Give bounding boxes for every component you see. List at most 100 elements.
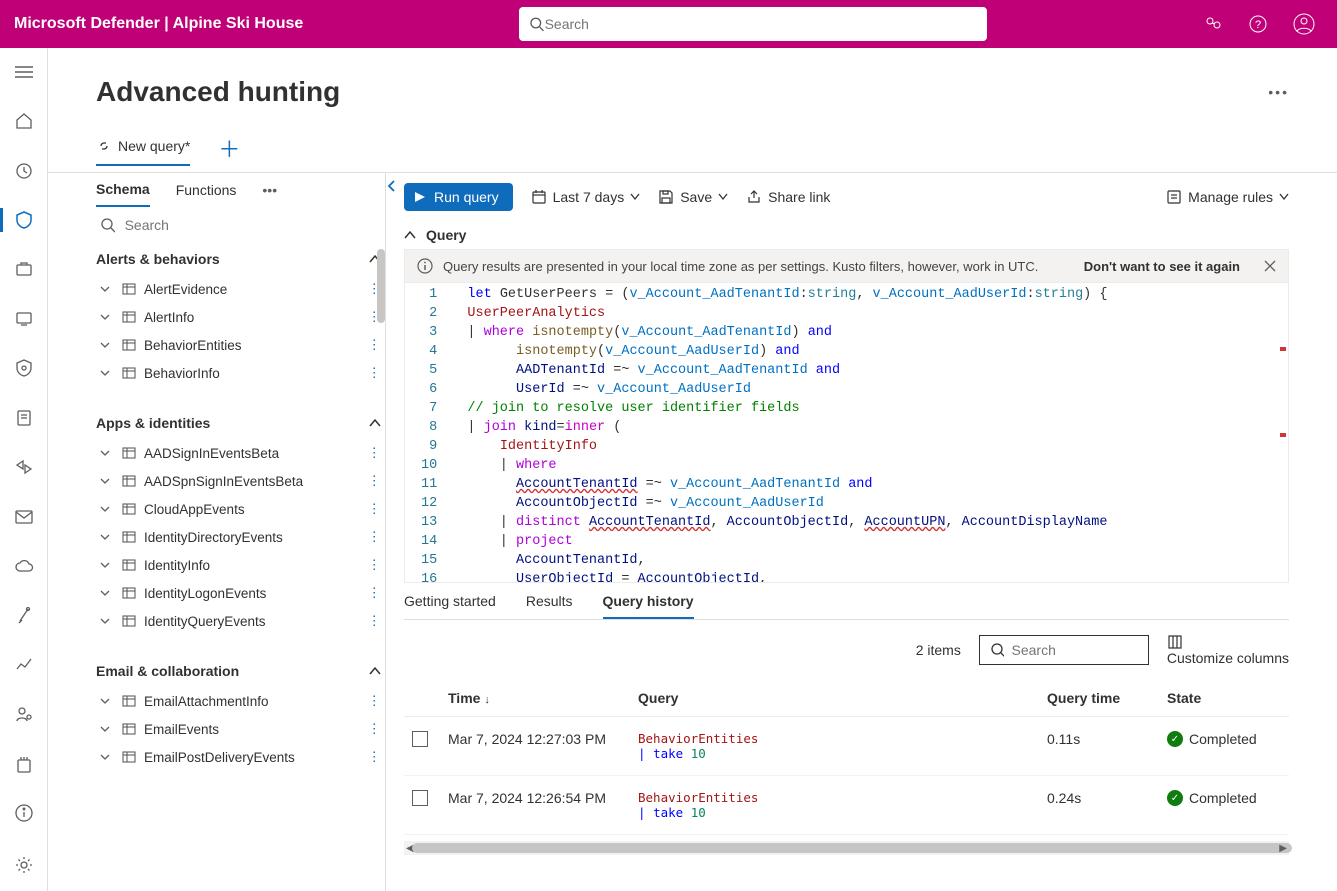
schema-item-more[interactable]: ⋮ — [368, 693, 382, 709]
schema-item-more[interactable]: ⋮ — [368, 337, 382, 353]
schema-tab-schema[interactable]: Schema — [96, 181, 150, 207]
schema-table-item[interactable]: EmailPostDeliveryEvents ⋮ — [96, 743, 381, 771]
nav-home[interactable] — [0, 107, 48, 134]
schema-item-more[interactable]: ⋮ — [368, 501, 382, 517]
info-icon — [417, 258, 433, 274]
query-tabs: New query* ＋ — [48, 132, 1337, 173]
customize-columns-label: Customize columns — [1167, 650, 1289, 666]
history-row[interactable]: Mar 7, 2024 12:27:03 PM BehaviorEntities… — [404, 717, 1289, 776]
col-state[interactable]: State — [1159, 680, 1289, 717]
global-search-input[interactable] — [545, 16, 978, 32]
top-header: Microsoft Defender | Alpine Ski House ? — [0, 0, 1337, 48]
schema-tab-functions[interactable]: Functions — [176, 182, 237, 206]
schema-table-item[interactable]: BehaviorEntities ⋮ — [96, 331, 381, 359]
manage-rules-button[interactable]: Manage rules — [1166, 189, 1289, 205]
history-search-input[interactable] — [1012, 642, 1138, 658]
schema-search-input[interactable] — [125, 217, 381, 233]
community-icon[interactable] — [1203, 14, 1223, 34]
schema-item-more[interactable]: ⋮ — [368, 721, 382, 737]
query-section-label: Query — [426, 227, 466, 243]
timezone-banner: Query results are presented in your loca… — [404, 249, 1289, 283]
history-row[interactable]: Mar 7, 2024 12:26:54 PM BehaviorEntities… — [404, 776, 1289, 835]
tab-results[interactable]: Results — [526, 593, 573, 619]
schema-item-more[interactable]: ⋮ — [368, 473, 382, 489]
schema-item-more[interactable]: ⋮ — [368, 365, 382, 381]
global-search[interactable] — [519, 7, 987, 41]
schema-item-more[interactable]: ⋮ — [368, 445, 382, 461]
share-link-button[interactable]: Share link — [746, 189, 830, 205]
share-icon — [746, 189, 762, 205]
nav-learning[interactable] — [0, 404, 48, 431]
schema-scrollbar[interactable] — [377, 249, 385, 323]
save-button[interactable]: Save — [658, 189, 728, 205]
nav-devices[interactable] — [0, 305, 48, 332]
nav-info[interactable] — [0, 800, 48, 827]
nav-identities[interactable] — [0, 701, 48, 728]
customize-columns-button[interactable]: Customize columns — [1167, 634, 1289, 666]
schema-table-item[interactable]: IdentityDirectoryEvents ⋮ — [96, 523, 381, 551]
run-query-label: Run query — [434, 189, 499, 205]
schema-table-item[interactable]: AADSignInEventsBeta ⋮ — [96, 439, 381, 467]
history-search[interactable] — [979, 635, 1149, 665]
schema-item-more[interactable]: ⋮ — [368, 749, 382, 765]
schema-table-item[interactable]: IdentityQueryEvents ⋮ — [96, 607, 381, 635]
run-query-button[interactable]: Run query — [404, 183, 513, 211]
col-query-time[interactable]: Query time — [1039, 680, 1159, 717]
schema-table-item[interactable]: IdentityInfo ⋮ — [96, 551, 381, 579]
nav-auto[interactable] — [0, 602, 48, 629]
nav-actions[interactable] — [0, 256, 48, 283]
schema-table-item[interactable]: AADSpnSignInEventsBeta ⋮ — [96, 467, 381, 495]
page-more-button[interactable]: ••• — [1268, 84, 1289, 100]
account-icon[interactable] — [1293, 13, 1315, 35]
query-section-toggle[interactable]: Query — [404, 221, 1289, 249]
schema-table-item[interactable]: EmailAttachmentInfo ⋮ — [96, 687, 381, 715]
nav-email[interactable] — [0, 503, 48, 530]
schema-group-header[interactable]: Alerts & behaviors — [96, 243, 381, 275]
nav-menu[interactable] — [0, 58, 48, 85]
schema-table-item[interactable]: AlertEvidence ⋮ — [96, 275, 381, 303]
nav-exchange[interactable] — [0, 454, 48, 481]
check-circle-icon: ✓ — [1167, 790, 1183, 806]
nav-cloud[interactable] — [0, 552, 48, 579]
time-range-picker[interactable]: Last 7 days — [531, 189, 641, 205]
nav-secure[interactable] — [0, 355, 48, 382]
col-time[interactable]: Time ↓ — [440, 680, 630, 717]
schema-item-more[interactable]: ⋮ — [368, 613, 382, 629]
query-editor[interactable]: 12345678910111213141516 let GetUserPeers… — [404, 283, 1289, 583]
row-checkbox[interactable] — [412, 731, 428, 747]
help-icon[interactable]: ? — [1249, 15, 1267, 33]
tab-getting-started[interactable]: Getting started — [404, 593, 496, 619]
col-query[interactable]: Query — [630, 680, 1039, 717]
page-title: Advanced hunting — [96, 76, 340, 108]
nav-hunting[interactable] — [0, 206, 48, 233]
tab-query-history[interactable]: Query history — [603, 593, 694, 619]
schema-table-item[interactable]: BehaviorInfo ⋮ — [96, 359, 381, 387]
banner-dismiss-link[interactable]: Don't want to see it again — [1084, 259, 1240, 274]
check-circle-icon: ✓ — [1167, 731, 1183, 747]
chevron-down-icon — [1279, 193, 1289, 201]
nav-settings[interactable] — [0, 849, 48, 881]
nav-trials[interactable] — [0, 750, 48, 777]
schema-group-header[interactable]: Email & collaboration — [96, 655, 381, 687]
collapse-panel-button[interactable] — [385, 179, 399, 193]
schema-table-item[interactable]: CloudAppEvents ⋮ — [96, 495, 381, 523]
schema-tab-more[interactable]: ••• — [262, 182, 277, 206]
horizontal-scrollbar[interactable]: ◀ ▶ — [404, 841, 1289, 855]
row-checkbox[interactable] — [412, 790, 428, 806]
nav-reports[interactable] — [0, 651, 48, 678]
schema-item-more[interactable]: ⋮ — [368, 529, 382, 545]
time-range-label: Last 7 days — [553, 189, 625, 205]
banner-close-button[interactable] — [1264, 260, 1276, 272]
schema-item-more[interactable]: ⋮ — [368, 585, 382, 601]
schema-group-header[interactable]: Apps & identities — [96, 407, 381, 439]
schema-table-item[interactable]: AlertInfo ⋮ — [96, 303, 381, 331]
add-tab-button[interactable]: ＋ — [218, 132, 240, 172]
schema-item-more[interactable]: ⋮ — [368, 557, 382, 573]
tab-new-query[interactable]: New query* — [96, 138, 190, 166]
tab-new-query-label: New query* — [118, 138, 190, 154]
chevron-up-icon — [404, 230, 416, 240]
schema-search[interactable] — [96, 207, 385, 243]
schema-table-item[interactable]: EmailEvents ⋮ — [96, 715, 381, 743]
schema-table-item[interactable]: IdentityLogonEvents ⋮ — [96, 579, 381, 607]
nav-incidents[interactable] — [0, 157, 48, 184]
